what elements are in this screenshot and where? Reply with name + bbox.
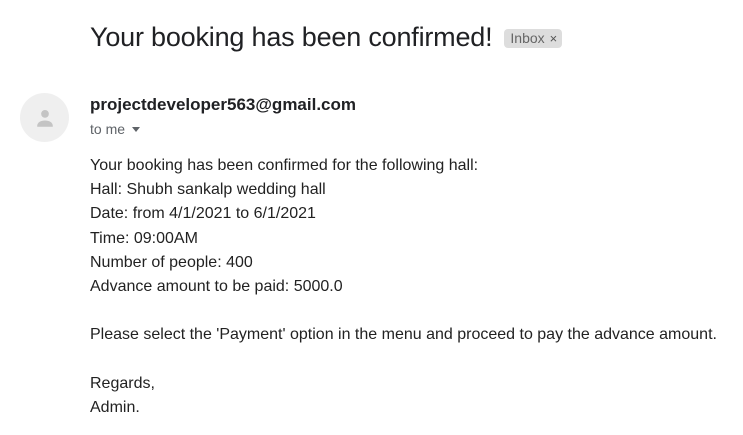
recipient-text: to me (90, 121, 126, 137)
body-line: Admin. (90, 398, 140, 416)
body-line: Time: 09:00AM (90, 229, 198, 247)
body-line: Date: from 4/1/2021 to 6/1/2021 (90, 205, 316, 223)
email-body: Your booking has been confirmed for the … (90, 154, 717, 420)
avatar[interactable] (20, 93, 69, 142)
person-icon (36, 109, 53, 127)
caret-down-icon[interactable] (132, 127, 141, 132)
body-line: Please select the 'Payment' option in th… (90, 326, 717, 344)
recipient-row[interactable]: to me (90, 121, 141, 137)
close-icon[interactable]: × (550, 31, 558, 46)
label-text: Inbox (510, 30, 545, 46)
email-subject: Your booking has been confirmed! (90, 22, 493, 52)
body-line: Hall: Shubh sankalp wedding hall (90, 181, 326, 199)
body-line: Regards, (90, 374, 155, 392)
sender-email[interactable]: projectdeveloper563@gmail.com (90, 95, 356, 115)
body-line: Advance amount to be paid: 5000.0 (90, 277, 343, 295)
inbox-label-chip[interactable]: Inbox × (504, 29, 563, 48)
email-view: Your booking has been confirmed! Inbox ×… (0, 0, 743, 435)
body-line: Your booking has been confirmed for the … (90, 157, 479, 174)
body-line: Number of people: 400 (90, 253, 253, 271)
subject-row: Your booking has been confirmed! Inbox × (90, 22, 563, 53)
